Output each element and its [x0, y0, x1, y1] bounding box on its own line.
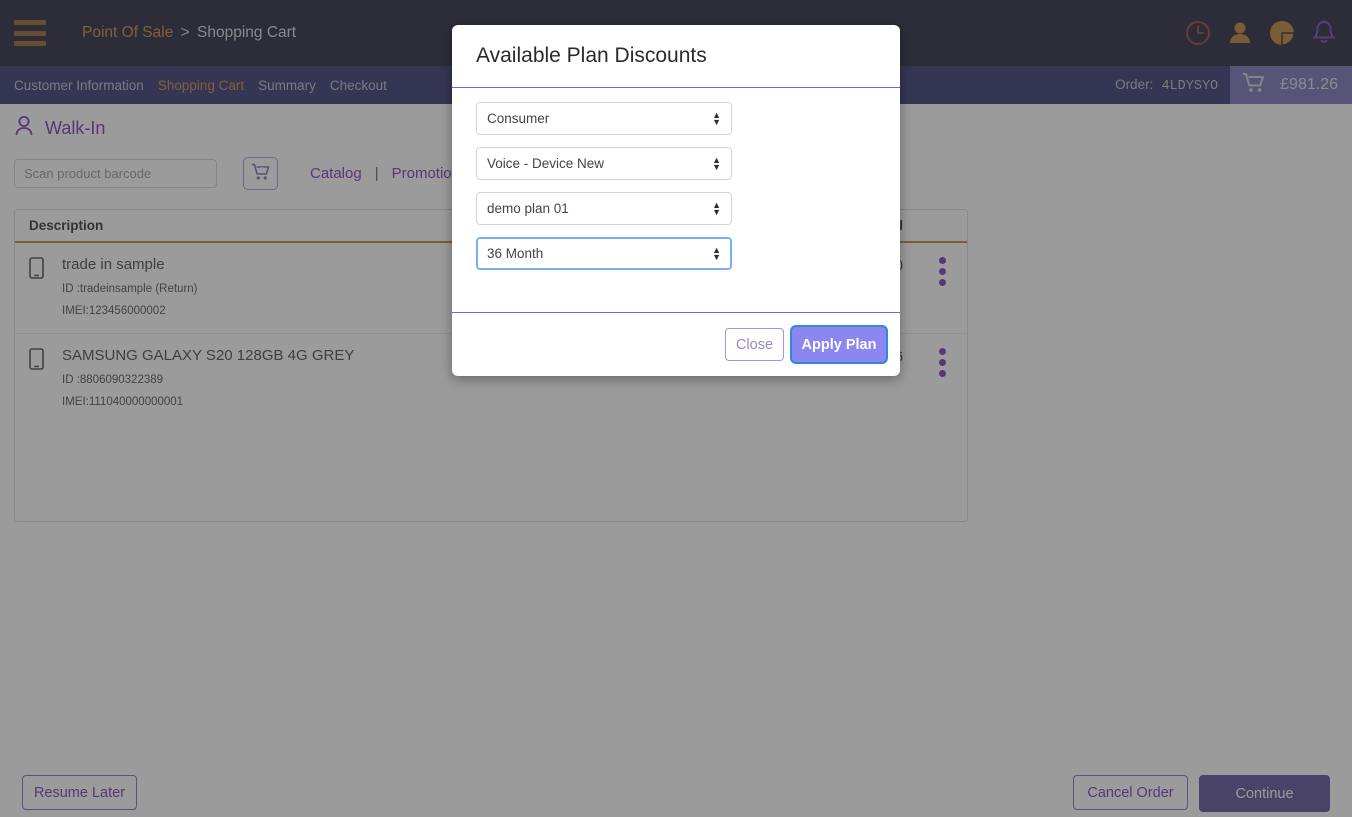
dialog-header: Available Plan Discounts — [452, 25, 900, 88]
term-select[interactable]: 36 Month — [476, 237, 732, 270]
term-select-wrapper: 36 Month ▲ ▼ — [476, 237, 732, 270]
close-button[interactable]: Close — [725, 328, 784, 361]
dialog-footer: Close Apply Plan — [452, 312, 900, 376]
pos-shopping-cart-screen: Point Of Sale > Shopping Cart Customer I… — [0, 0, 1352, 817]
segment-select[interactable]: Consumer — [476, 102, 732, 135]
plan-select[interactable]: demo plan 01 — [476, 192, 732, 225]
plan-type-select-wrapper: Voice - Device New ▲ ▼ — [476, 147, 732, 180]
segment-select-wrapper: Consumer ▲ ▼ — [476, 102, 732, 135]
plan-select-wrapper: demo plan 01 ▲ ▼ — [476, 192, 732, 225]
plan-type-select[interactable]: Voice - Device New — [476, 147, 732, 180]
available-plan-discounts-dialog: Available Plan Discounts Consumer ▲ ▼ Voi… — [452, 25, 900, 376]
apply-plan-button[interactable]: Apply Plan — [792, 327, 886, 362]
dialog-title: Available Plan Discounts — [476, 44, 707, 67]
dialog-body: Consumer ▲ ▼ Voice - Device New ▲ ▼ demo p… — [452, 88, 900, 312]
